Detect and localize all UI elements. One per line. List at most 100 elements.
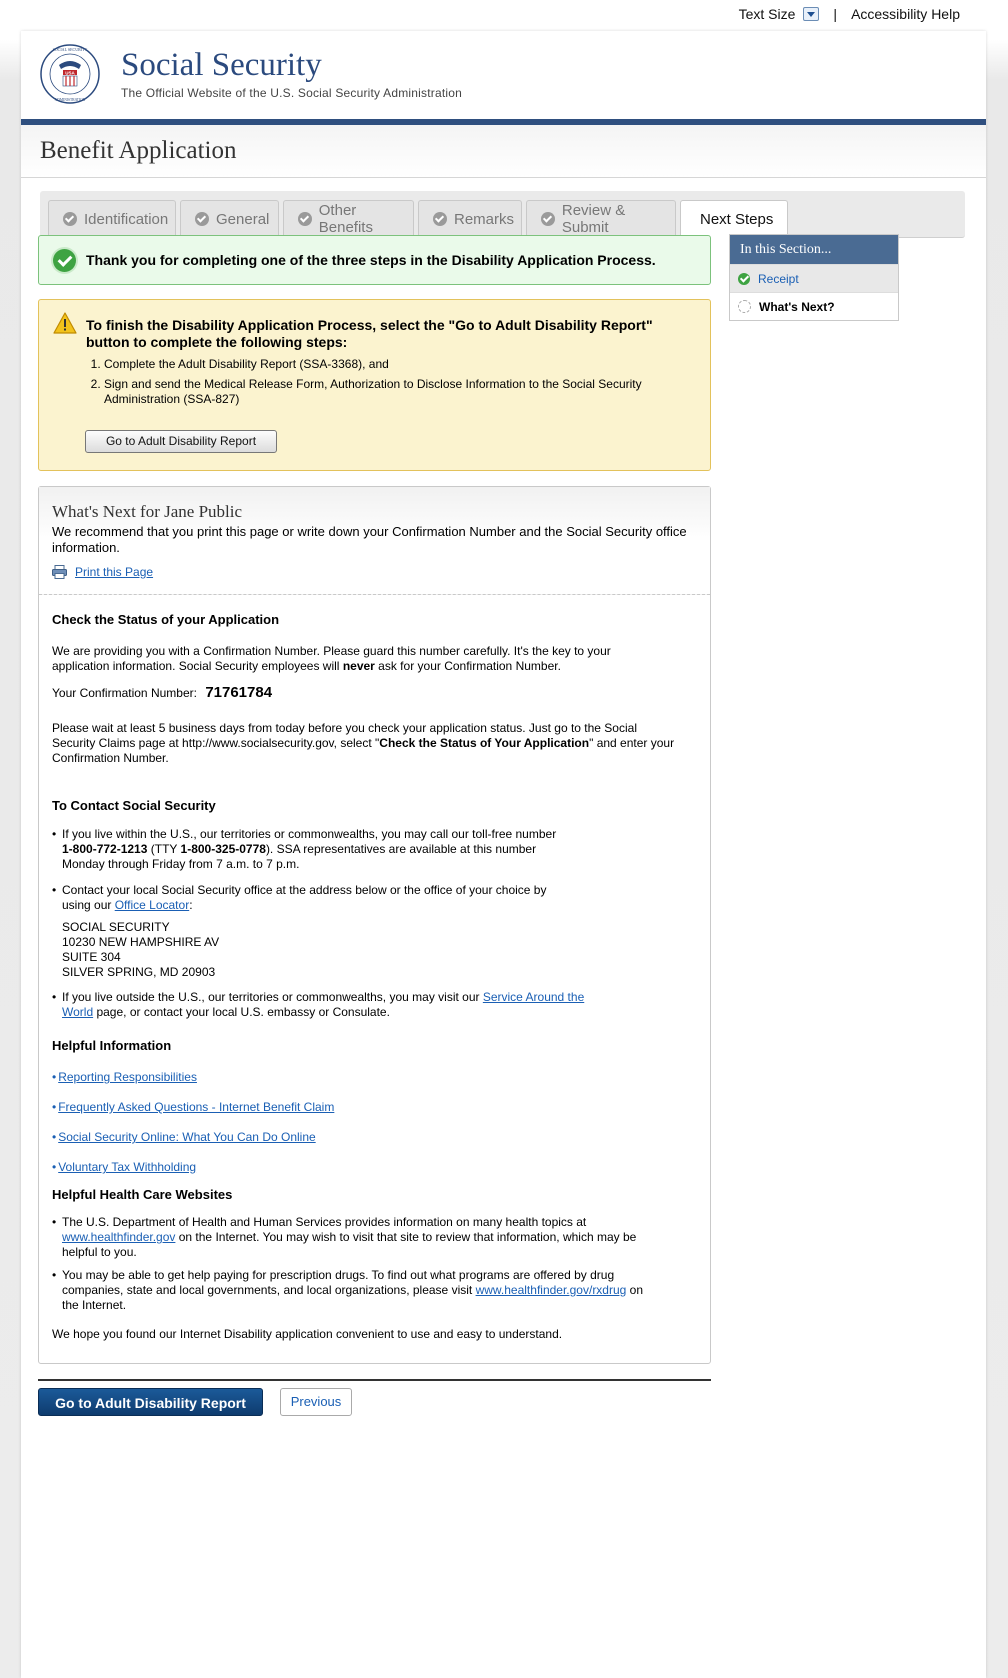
- tab-next-steps[interactable]: Next Steps: [680, 200, 788, 238]
- status-check-paragraph: Please wait at least 5 business days fro…: [52, 721, 677, 766]
- accessibility-help-link[interactable]: Accessibility Help: [851, 6, 960, 22]
- tty-number: 1-800-325-0778: [180, 842, 266, 856]
- ssa-online-link[interactable]: Social Security Online: What You Can Do …: [58, 1130, 315, 1144]
- check-icon: [738, 272, 750, 285]
- sidebar-item-receipt[interactable]: Receipt: [730, 264, 898, 292]
- status-paragraph: We are providing you with a Confirmation…: [52, 644, 662, 674]
- success-message: Thank you for completing one of the thre…: [38, 235, 711, 285]
- tab-remarks[interactable]: Remarks: [418, 200, 522, 237]
- warning-heading: To finish the Disability Application Pro…: [86, 317, 653, 350]
- address-line: SOCIAL SECURITY: [62, 920, 170, 934]
- page-container: USA SOCIAL SECURITY ADMINISTRATION Socia…: [21, 31, 986, 1678]
- ssa-seal-icon[interactable]: USA SOCIAL SECURITY ADMINISTRATION: [39, 43, 101, 105]
- go-to-adult-disability-report-button[interactable]: Go to Adult Disability Report: [85, 430, 277, 453]
- site-subtitle: The Official Website of the U.S. Social …: [121, 86, 462, 100]
- sidebar-item-label: What's Next?: [759, 299, 835, 314]
- contact-text: page, or contact your local U.S. embassy…: [93, 1005, 390, 1019]
- bullet-icon: •: [52, 1070, 57, 1084]
- check-icon: [433, 212, 447, 226]
- tab-label: Next Steps: [700, 211, 774, 228]
- health-bullet: The U.S. Department of Health and Human …: [52, 1215, 654, 1260]
- rxdrug-link[interactable]: www.healthfinder.gov/rxdrug: [476, 1283, 627, 1297]
- closing-text: We hope you found our Internet Disabilit…: [52, 1327, 563, 1341]
- tab-label: Review & Submit: [561, 202, 626, 236]
- helpful-link-item: • Voluntary Tax Withholding: [52, 1160, 196, 1174]
- helpful-heading: Helpful Information: [52, 1038, 172, 1053]
- address-line: 10230 NEW HAMPSHIRE AV: [62, 935, 220, 949]
- tab-label: Remarks: [454, 210, 515, 228]
- reporting-responsibilities-link[interactable]: Reporting Responsibilities: [58, 1070, 197, 1084]
- whats-next-header: What's Next for Jane Public We recommend…: [39, 487, 710, 595]
- success-text: Thank you for completing one of the thre…: [86, 252, 656, 268]
- check-icon: [63, 212, 77, 226]
- warning-panel: To finish the Disability Application Pro…: [38, 299, 711, 471]
- contact-text: (TTY: [147, 842, 181, 856]
- text-size-dropdown-icon[interactable]: [803, 7, 820, 21]
- helpful-link-item: • Social Security Online: What You Can Do…: [52, 1130, 316, 1144]
- utility-separator: |: [833, 6, 838, 22]
- contact-bullet-abroad: If you live outside the U.S., our territ…: [52, 990, 587, 1020]
- check-icon: [298, 212, 312, 226]
- page-title: Benefit Application: [40, 137, 237, 164]
- tab-label: Identification: [84, 210, 169, 228]
- site-header: USA SOCIAL SECURITY ADMINISTRATION Socia…: [21, 31, 986, 119]
- bullet-icon: •: [52, 1130, 57, 1144]
- toll-free-number: 1-800-772-1213: [62, 842, 148, 856]
- address-line: SILVER SPRING, MD 20903: [62, 965, 216, 979]
- print-page-link[interactable]: Print this Page: [75, 565, 153, 579]
- tab-label: Other Benefits: [318, 202, 373, 236]
- tab-review-submit[interactable]: Review & Submit: [526, 200, 676, 237]
- confirmation-number: 71761784: [205, 684, 273, 701]
- contact-text: If you live outside the U.S., our territ…: [62, 990, 483, 1004]
- go-to-adult-disability-report-primary-button[interactable]: Go to Adult Disability Report: [38, 1388, 263, 1416]
- warning-step: Complete the Adult Disability Report (SS…: [104, 357, 684, 372]
- text-size-label[interactable]: Text Size: [739, 6, 796, 22]
- contact-heading: To Contact Social Security: [52, 798, 216, 813]
- print-page[interactable]: Print this Page: [52, 565, 153, 579]
- svg-text:SOCIAL SECURITY: SOCIAL SECURITY: [53, 47, 88, 52]
- title-band: Benefit Application: [21, 125, 986, 178]
- tax-withholding-link[interactable]: Voluntary Tax Withholding: [58, 1160, 196, 1174]
- contact-bullet-office: Contact your local Social Security offic…: [52, 883, 567, 913]
- contact-text: :: [189, 898, 193, 912]
- sidebar-item-label: Receipt: [758, 271, 799, 286]
- section-sidebar: In this Section... Receipt What's Next?: [729, 234, 899, 321]
- status-emphasis: never: [342, 659, 375, 673]
- contact-text: If you live within the U.S., our territo…: [62, 827, 557, 841]
- tab-other-benefits[interactable]: Other Benefits: [283, 200, 414, 237]
- warning-step: Sign and send the Medical Release Form, …: [104, 377, 684, 407]
- health-bullet: You may be able to get help paying for p…: [52, 1268, 654, 1313]
- faq-link[interactable]: Frequently Asked Questions - Internet Be…: [58, 1100, 334, 1114]
- confirmation-label: Your Confirmation Number:: [52, 686, 197, 700]
- utility-nav: Text Size | Accessibility Help: [739, 6, 960, 22]
- warning-steps-list: Complete the Adult Disability Report (SS…: [86, 357, 684, 412]
- bullet-icon: •: [52, 1160, 57, 1174]
- office-address: SOCIAL SECURITY 10230 NEW HAMPSHIRE AV S…: [62, 920, 219, 980]
- tab-general[interactable]: General: [180, 200, 279, 237]
- healthfinder-link[interactable]: www.healthfinder.gov: [62, 1230, 175, 1244]
- helpful-link-item: • Frequently Asked Questions - Internet B…: [52, 1100, 334, 1114]
- confirmation-row: Your Confirmation Number: 71761784: [52, 685, 272, 701]
- tab-identification[interactable]: Identification: [48, 200, 176, 237]
- step-tabs: Identification General Other Benefits Re…: [40, 191, 965, 238]
- helpful-link-item: • Reporting Responsibilities: [52, 1070, 197, 1084]
- printer-icon[interactable]: [52, 565, 67, 579]
- health-heading: Helpful Health Care Websites: [52, 1187, 233, 1202]
- svg-text:ADMINISTRATION: ADMINISTRATION: [55, 98, 86, 102]
- previous-button[interactable]: Previous: [280, 1388, 352, 1416]
- sidebar-item-whats-next[interactable]: What's Next?: [730, 292, 898, 320]
- success-check-icon: [53, 248, 76, 272]
- footer-divider: [38, 1379, 711, 1381]
- sidebar-heading: In this Section...: [730, 235, 898, 264]
- whats-next-intro: We recommend that you print this page or…: [52, 524, 687, 555]
- check-icon: [541, 212, 555, 226]
- office-locator-link[interactable]: Office Locator: [115, 898, 189, 912]
- svg-text:USA: USA: [65, 71, 75, 76]
- whats-next-panel: What's Next for Jane Public We recommend…: [38, 486, 711, 1364]
- pending-circle-icon: [738, 300, 751, 313]
- health-text: The U.S. Department of Health and Human …: [62, 1215, 587, 1229]
- site-title[interactable]: Social Security: [121, 47, 322, 84]
- status-emphasis: Check the Status of Your Application: [379, 736, 590, 750]
- address-line: SUITE 304: [62, 950, 121, 964]
- bullet-icon: •: [52, 1100, 57, 1114]
